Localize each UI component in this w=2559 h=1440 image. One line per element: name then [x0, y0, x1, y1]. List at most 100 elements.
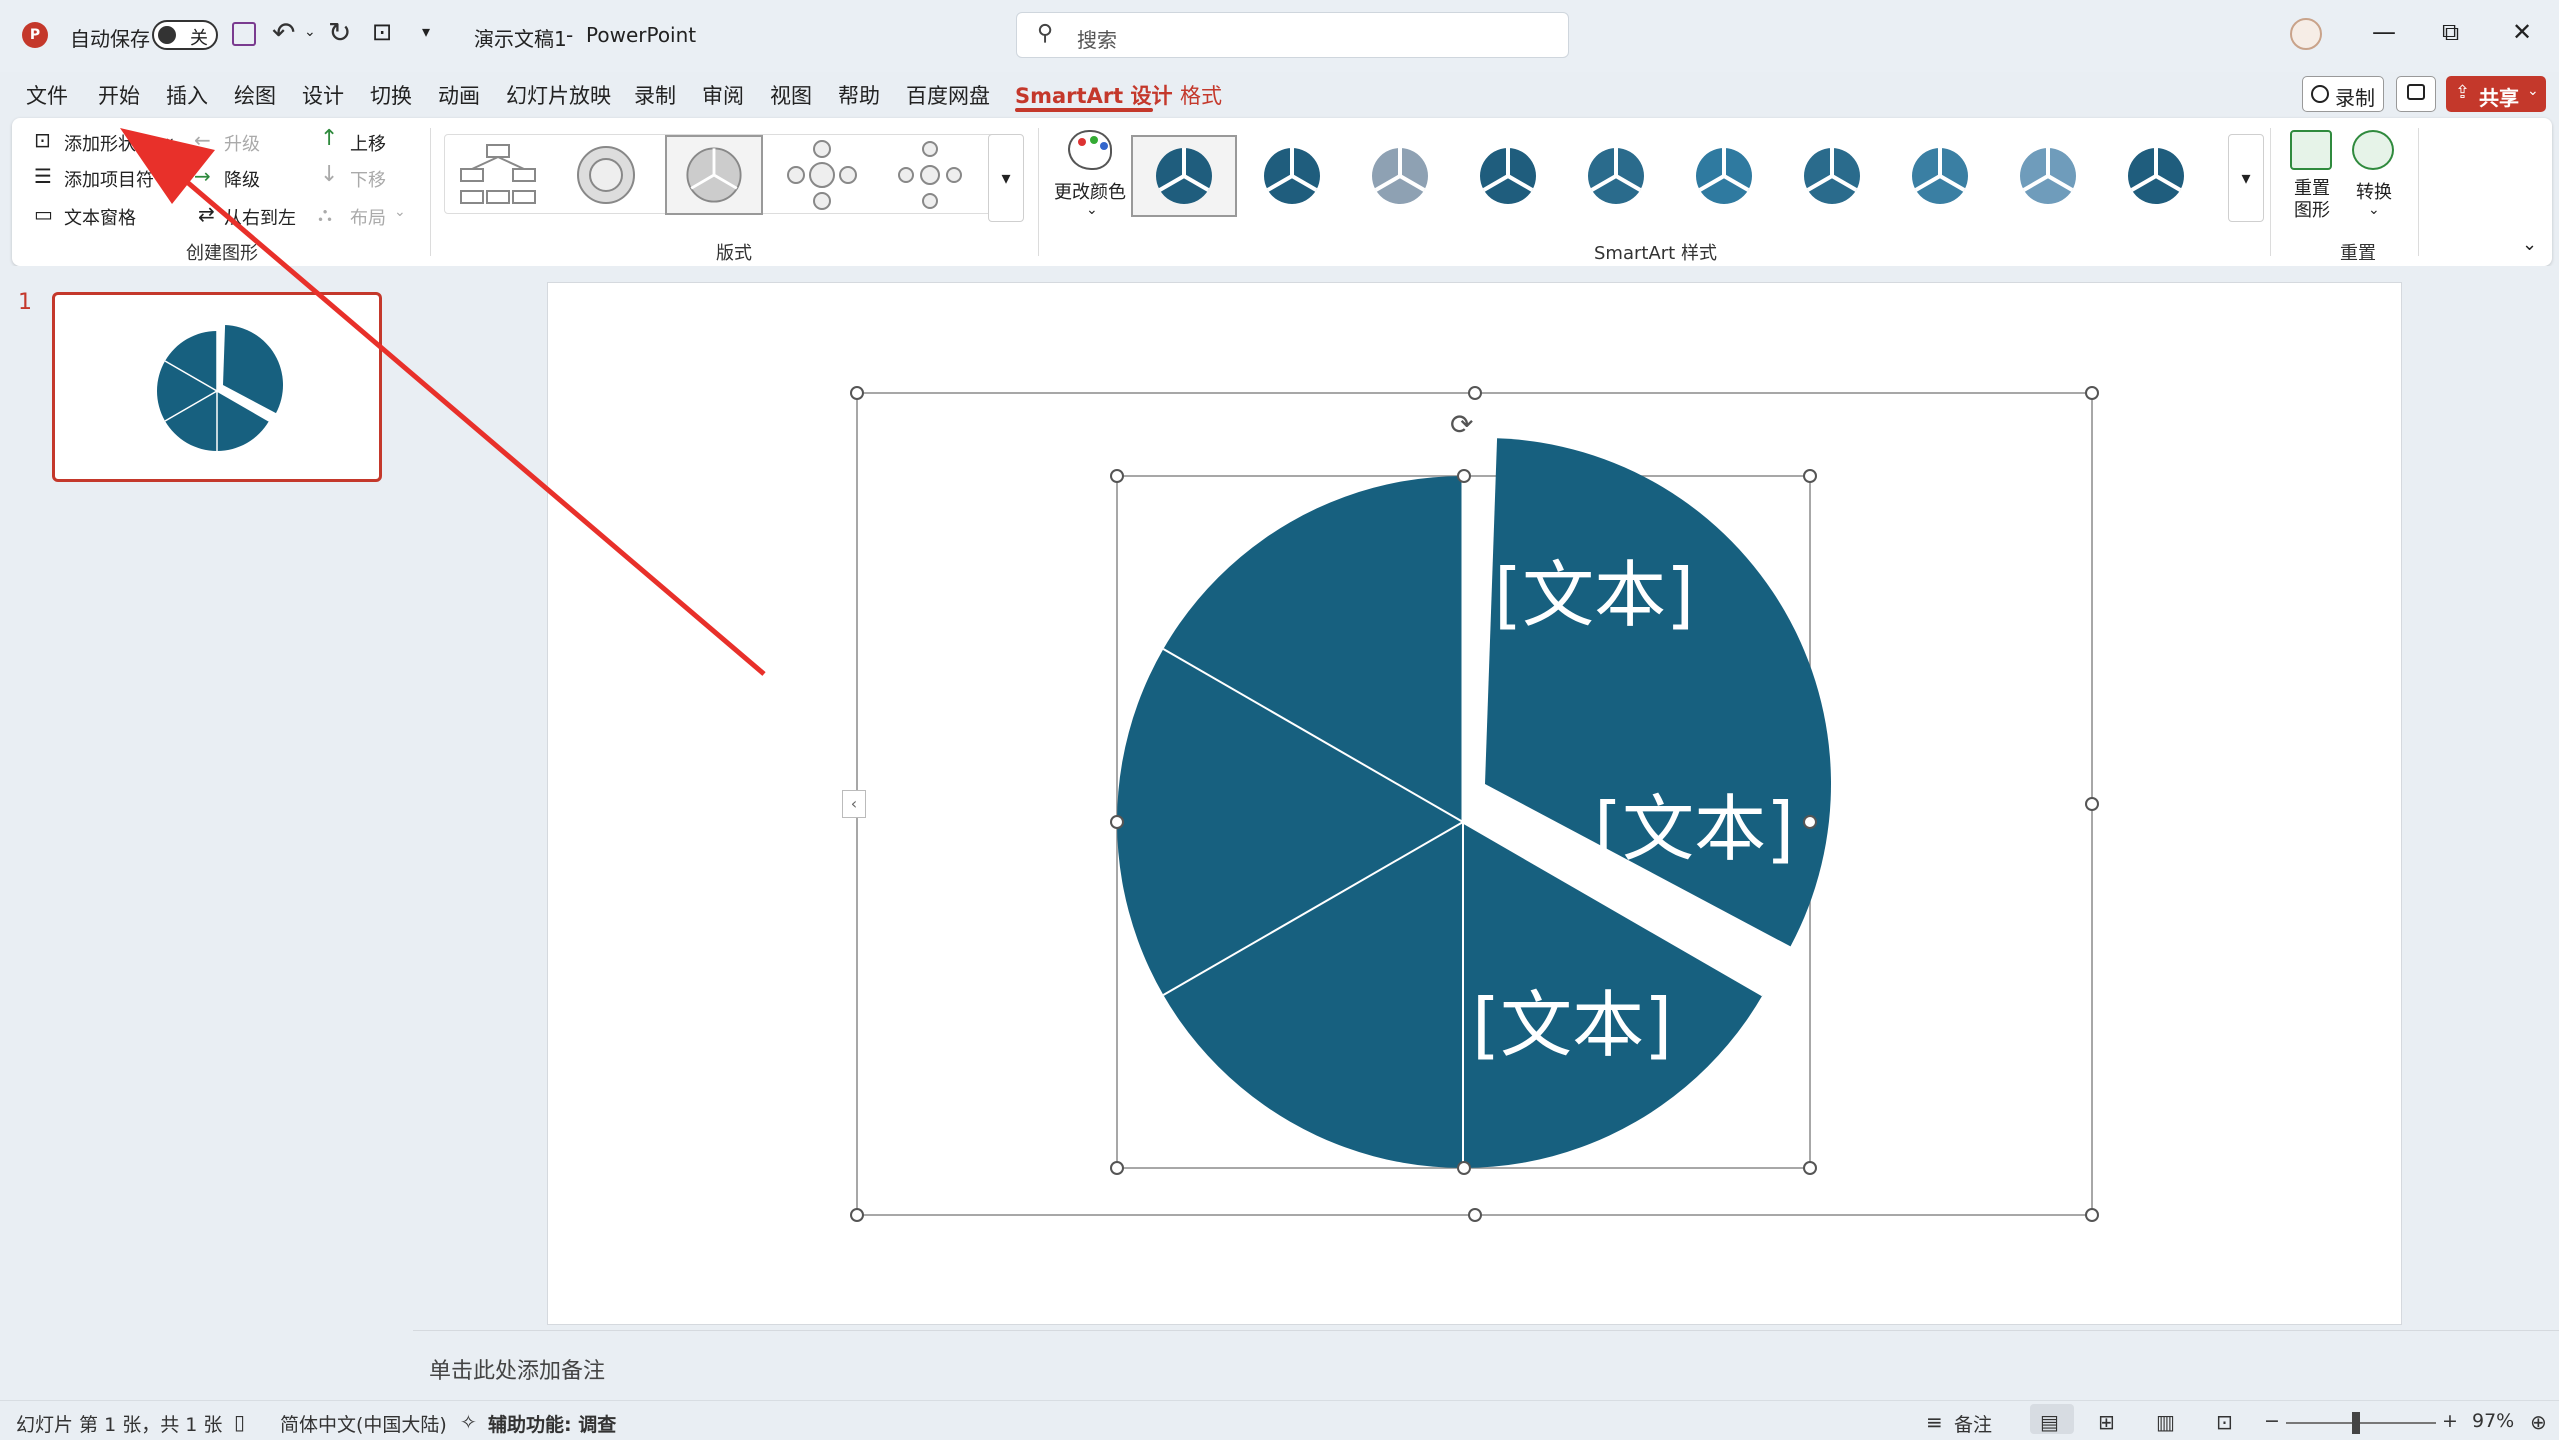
change-colors-dropdown-icon[interactable]: ⌄	[1086, 202, 1098, 218]
shape-handle[interactable]	[1803, 1161, 1817, 1175]
layout-button[interactable]: 布局	[350, 204, 386, 230]
style-thumb[interactable]	[1480, 148, 1537, 204]
convert-dropdown-icon[interactable]: ⌄	[2368, 202, 2380, 218]
tab-design[interactable]: 设计	[302, 80, 344, 110]
style-thumb[interactable]	[1804, 148, 1861, 204]
tab-format[interactable]: 格式	[1180, 80, 1222, 110]
restore-icon[interactable]: ⧉	[2442, 18, 2459, 46]
style-thumb[interactable]	[1696, 148, 1753, 204]
style-thumb[interactable]	[1131, 135, 1237, 217]
redo-icon[interactable]: ↻	[328, 16, 351, 49]
style-thumb[interactable]	[1912, 148, 1969, 204]
layout-thumb-radial-cluster[interactable]	[881, 135, 979, 215]
record-button[interactable]: 录制	[2302, 76, 2384, 112]
notes-pane[interactable]: 单击此处添加备注	[413, 1330, 2559, 1400]
close-icon[interactable]: ✕	[2512, 18, 2532, 46]
share-button[interactable]: ⇪ 共享 ⌄	[2446, 76, 2546, 112]
slide-canvas[interactable]	[547, 282, 2402, 1325]
resize-handle[interactable]	[2085, 797, 2099, 811]
undo-icon[interactable]: ↶	[272, 16, 295, 49]
style-thumb[interactable]	[2020, 148, 2077, 204]
autosave-toggle[interactable]: 关	[152, 20, 218, 50]
layout-thumb-radial[interactable]	[773, 135, 871, 215]
styles-more-button[interactable]: ▾	[2228, 134, 2264, 222]
shape-handle[interactable]	[1110, 1161, 1124, 1175]
undo-dropdown-icon[interactable]: ⌄	[304, 24, 316, 40]
resize-handle[interactable]	[2085, 1208, 2099, 1222]
present-icon[interactable]: ⊡	[372, 18, 392, 46]
search-box[interactable]: ⚲ 搜索	[1016, 12, 1569, 58]
tab-view[interactable]: 视图	[770, 80, 812, 110]
style-thumb[interactable]	[2128, 148, 2185, 204]
account-avatar[interactable]	[2290, 18, 2322, 50]
reading-view-icon[interactable]: ▥	[2156, 1410, 2175, 1434]
segment-text[interactable]: [文本]	[1494, 536, 1694, 641]
tab-file[interactable]: 文件	[26, 80, 68, 110]
resize-handle[interactable]	[850, 1208, 864, 1222]
layout-thumb-cycle-arrows[interactable]	[557, 135, 655, 215]
tab-baidu-netdisk[interactable]: 百度网盘	[906, 80, 990, 110]
tab-help[interactable]: 帮助	[838, 80, 880, 110]
text-pane-button[interactable]: 文本窗格	[64, 204, 136, 230]
change-colors-button[interactable]: 更改颜色	[1054, 178, 1126, 204]
right-to-left-button[interactable]: 从右到左	[224, 204, 296, 230]
tab-draw[interactable]: 绘图	[234, 80, 276, 110]
shape-handle[interactable]	[1457, 469, 1471, 483]
text-pane-toggle[interactable]: ‹	[842, 790, 866, 818]
zoom-out-icon[interactable]: −	[2264, 1410, 2280, 1432]
fit-slide-icon[interactable]: ⊕	[2530, 1410, 2547, 1434]
layout-thumb-hierarchy[interactable]	[449, 135, 547, 215]
save-icon[interactable]	[232, 22, 256, 46]
tab-smartart-design[interactable]: SmartArt 设计	[1015, 80, 1173, 110]
collapse-ribbon-icon[interactable]: ⌄	[2522, 234, 2537, 255]
comments-button[interactable]	[2396, 76, 2436, 112]
zoom-slider[interactable]	[2286, 1422, 2436, 1424]
shape-handle[interactable]	[1803, 469, 1817, 483]
tab-transitions[interactable]: 切换	[370, 80, 412, 110]
tab-home[interactable]: 开始	[98, 80, 140, 110]
shape-handle[interactable]	[1110, 469, 1124, 483]
zoom-level[interactable]: 97%	[2472, 1410, 2514, 1432]
promote-button[interactable]: 升级	[224, 130, 260, 156]
shape-handle[interactable]	[1110, 815, 1124, 829]
resize-handle[interactable]	[2085, 386, 2099, 400]
add-shape-dropdown-icon[interactable]: ⌄	[164, 130, 176, 146]
segment-text[interactable]: [文本]	[1472, 966, 1672, 1071]
style-thumb[interactable]	[1588, 148, 1645, 204]
zoom-in-icon[interactable]: +	[2442, 1410, 2458, 1432]
resize-handle[interactable]	[1468, 386, 1482, 400]
slide-sorter-icon[interactable]: ⊞	[2098, 1410, 2115, 1434]
spellcheck-icon[interactable]: ▯	[234, 1410, 245, 1434]
customize-qat-icon[interactable]: ▾	[422, 22, 430, 41]
add-bullet-button[interactable]: 添加项目符号	[64, 166, 172, 192]
tab-record[interactable]: 录制	[634, 80, 676, 110]
notes-button[interactable]: 备注	[1954, 1410, 1992, 1437]
move-down-button[interactable]: 下移	[350, 166, 386, 192]
segment-text[interactable]: [文本]	[1594, 770, 1794, 875]
move-up-button[interactable]: 上移	[350, 130, 386, 156]
shape-handle[interactable]	[1803, 815, 1817, 829]
tab-animations[interactable]: 动画	[438, 80, 480, 110]
convert-button[interactable]: 转换	[2356, 178, 2392, 204]
style-thumb[interactable]	[1372, 148, 1429, 204]
rotate-handle-icon[interactable]: ⟳	[1450, 408, 1473, 441]
layouts-more-button[interactable]: ▾	[988, 134, 1024, 222]
style-thumb[interactable]	[1264, 148, 1321, 204]
add-shape-button[interactable]: 添加形状	[64, 130, 136, 156]
minimize-icon[interactable]: —	[2372, 18, 2396, 46]
slide-thumbnail[interactable]	[52, 292, 382, 482]
resize-handle[interactable]	[850, 386, 864, 400]
shape-handle[interactable]	[1457, 1161, 1471, 1175]
tab-slideshow[interactable]: 幻灯片放映	[506, 80, 611, 110]
reset-graphic-button[interactable]: 重置图形	[2294, 178, 2334, 222]
zoom-slider-thumb[interactable]	[2352, 1412, 2360, 1434]
tab-review[interactable]: 审阅	[702, 80, 744, 110]
accessibility-status[interactable]: 辅助功能: 调查	[488, 1410, 616, 1437]
layout-thumb-segmented-cycle[interactable]	[665, 135, 763, 215]
slideshow-icon[interactable]: ⊡	[2216, 1410, 2233, 1434]
style-thumbs[interactable]	[1130, 134, 2230, 218]
demote-button[interactable]: 降级	[224, 166, 260, 192]
language-indicator[interactable]: 简体中文(中国大陆)	[280, 1410, 447, 1437]
tab-insert[interactable]: 插入	[166, 80, 208, 110]
resize-handle[interactable]	[1468, 1208, 1482, 1222]
